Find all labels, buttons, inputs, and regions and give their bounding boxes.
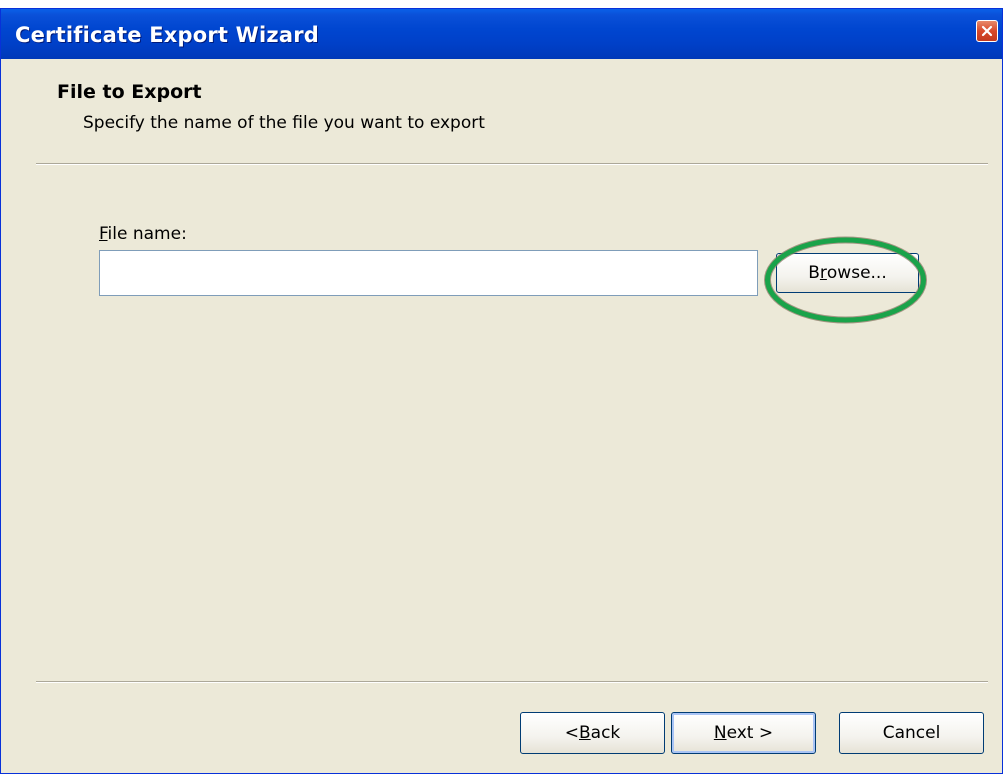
file-name-input[interactable] — [99, 250, 758, 296]
file-name-label-mnemonic: F — [99, 224, 108, 244]
browse-button[interactable]: Br owse... — [776, 253, 919, 293]
browse-label-mnemonic: r — [819, 263, 827, 283]
header-divider — [36, 163, 988, 165]
browse-label-rest: owse... — [826, 263, 887, 283]
wizard-header: File to Export Specify the name of the f… — [1, 59, 1002, 169]
window-title: Certificate Export Wizard — [15, 23, 319, 47]
page-title: File to Export — [57, 81, 202, 103]
next-label-rest: ext > — [726, 723, 774, 743]
back-button[interactable]: < Back — [520, 712, 665, 754]
file-name-label-text: ile name: — [107, 224, 187, 244]
footer-divider — [36, 681, 988, 683]
back-label-pre: < — [564, 723, 579, 743]
close-button[interactable] — [976, 20, 998, 42]
title-bar[interactable]: Certificate Export Wizard — [1, 9, 1002, 59]
back-label-rest: ack — [590, 723, 621, 743]
cropped-caption-strip — [0, 0, 1005, 8]
back-label-mnemonic: B — [578, 723, 591, 743]
browse-label-b: B — [808, 263, 820, 283]
next-label-mnemonic: N — [713, 723, 727, 743]
next-button[interactable]: Next > — [671, 712, 816, 754]
page-subtitle: Specify the name of the file you want to… — [83, 113, 485, 133]
close-icon — [981, 25, 993, 37]
cancel-button[interactable]: Cancel — [839, 712, 984, 754]
file-name-label: File name: — [99, 224, 187, 244]
cancel-label: Cancel — [882, 723, 941, 743]
certificate-export-wizard-window: Certificate Export Wizard File to Export… — [0, 8, 1003, 774]
